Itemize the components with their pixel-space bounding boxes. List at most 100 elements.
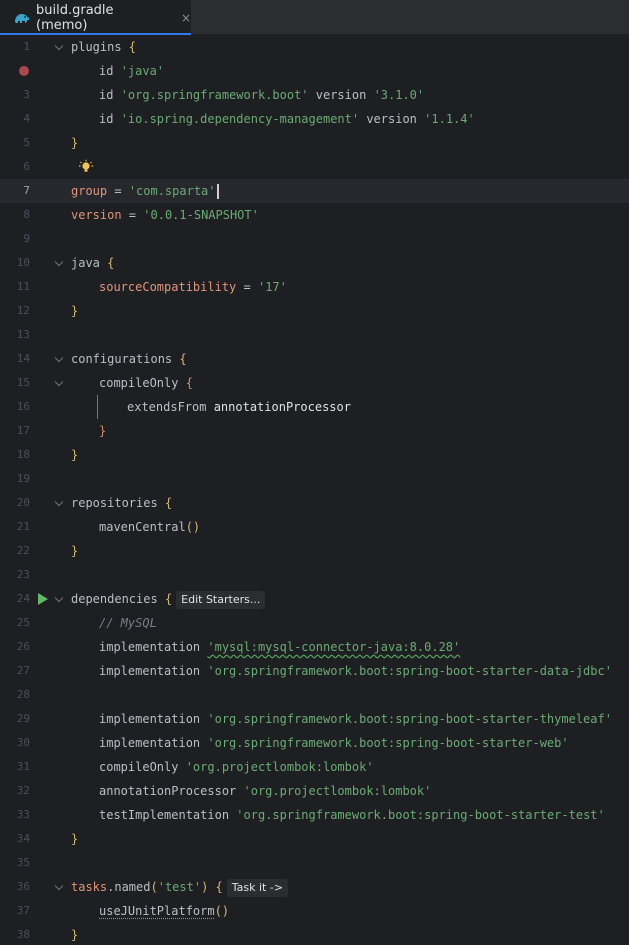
token-plain: implementation: [99, 736, 208, 750]
token-string: 'test': [157, 880, 202, 894]
token-plain: id: [99, 88, 121, 102]
token-method: named: [114, 880, 151, 894]
line-number: 32: [16, 784, 30, 797]
line-number: 13: [16, 328, 30, 341]
token-paren: (): [214, 904, 230, 918]
token-brace: }: [71, 304, 79, 318]
token-plain: compileOnly: [99, 760, 186, 774]
token-string: '17': [257, 280, 287, 294]
token-keyword: plugins: [71, 40, 122, 54]
line-number: 34: [16, 832, 30, 845]
token-string: '0.0.1-SNAPSHOT': [143, 208, 259, 222]
token-plain: compileOnly: [99, 376, 179, 390]
fold-icon[interactable]: [56, 379, 63, 386]
token-brace: {: [172, 352, 187, 366]
code-line: 20 repositories {: [0, 491, 629, 515]
line-number: 6: [23, 160, 30, 173]
fold-icon[interactable]: [56, 595, 63, 602]
line-number: 27: [16, 664, 30, 677]
run-icon[interactable]: [38, 593, 48, 605]
line-number: 36: [16, 880, 30, 893]
line-number: 18: [16, 448, 30, 461]
line-number: 28: [16, 688, 30, 701]
token-plain: implementation: [99, 640, 208, 654]
line-number: 25: [16, 616, 30, 629]
token-string: 'org.springframework.boot:spring-boot-st…: [207, 664, 612, 678]
code-line: 38 }: [0, 923, 629, 945]
code-line: 9: [0, 227, 629, 251]
code-line: 12 }: [0, 299, 629, 323]
line-number: 31: [16, 760, 30, 773]
line-number: 29: [16, 712, 30, 725]
code-line-current: 7 group = 'com.sparta': [0, 179, 629, 203]
close-icon[interactable]: ×: [181, 11, 191, 25]
token-brace: }: [71, 928, 79, 942]
token-string-warning: 'mysql:mysql-connector-java:8.0.28': [207, 640, 461, 654]
line-number: 21: [16, 520, 30, 533]
line-number: 30: [16, 736, 30, 749]
code-line: 36 tasks.named('test') {Task it ->: [0, 875, 629, 899]
fold-icon[interactable]: [56, 499, 63, 506]
token-string: '3.1.0': [373, 88, 425, 102]
code-line: 1 plugins {: [0, 35, 629, 59]
token-plain: =: [121, 208, 144, 222]
code-line: 11 sourceCompatibility = '17': [0, 275, 629, 299]
token-keyword: dependencies: [71, 592, 158, 606]
token-plain: testImplementation: [99, 808, 237, 822]
code-editor[interactable]: 1 plugins { id 'java' 3 id 'org.springfr…: [0, 35, 629, 945]
fold-icon[interactable]: [56, 259, 63, 266]
code-line: 35: [0, 851, 629, 875]
token-plain: id: [99, 112, 121, 126]
code-line: 37 useJUnitPlatform(): [0, 899, 629, 923]
fold-icon[interactable]: [56, 355, 63, 362]
line-number: 22: [16, 544, 30, 557]
fold-icon[interactable]: [56, 43, 63, 50]
token-brace: {: [208, 880, 223, 894]
fold-icon[interactable]: [56, 883, 63, 890]
edit-starters-inlay-button[interactable]: Edit Starters...: [176, 590, 266, 609]
token-string: '1.1.4': [424, 112, 475, 126]
line-number: 38: [16, 928, 30, 941]
line-number: 11: [16, 280, 30, 293]
code-line: id 'java': [0, 59, 629, 83]
code-line: 13: [0, 323, 629, 347]
code-line: 14 configurations {: [0, 347, 629, 371]
token-brace: }: [99, 424, 107, 438]
token-brace: {: [121, 40, 137, 54]
token-plain: =: [107, 184, 129, 198]
code-line: 21 mavenCentral(): [0, 515, 629, 539]
breakpoint-icon[interactable]: [19, 66, 29, 76]
line-number: 26: [16, 640, 30, 653]
line-number: 8: [23, 208, 30, 221]
lightbulb-icon[interactable]: [78, 159, 94, 175]
code-line: 4 id 'io.spring.dependency-management' v…: [0, 107, 629, 131]
token-brace: }: [71, 544, 79, 558]
line-number: 33: [16, 808, 30, 821]
code-line: 25 // MySQL: [0, 611, 629, 635]
line-number: 12: [16, 304, 30, 317]
token-identifier: annotationProcessor: [213, 400, 351, 414]
token-brace: }: [71, 832, 79, 846]
task-it-inlay-button[interactable]: Task it ->: [226, 878, 289, 897]
token-brace: }: [71, 448, 79, 462]
line-number: 24: [16, 592, 30, 605]
token-property: version: [71, 208, 122, 222]
code-line: 32 annotationProcessor 'org.projectlombo…: [0, 779, 629, 803]
code-line: 19: [0, 467, 629, 491]
line-number: 10: [16, 256, 30, 269]
token-plain: annotationProcessor: [99, 784, 244, 798]
code-line: 8 version = '0.0.1-SNAPSHOT': [0, 203, 629, 227]
code-line: 3 id 'org.springframework.boot' version …: [0, 83, 629, 107]
indent-guide: [97, 395, 98, 419]
line-number: 9: [23, 232, 30, 245]
code-line: 33 testImplementation 'org.springframewo…: [0, 803, 629, 827]
token-plain: implementation: [99, 664, 208, 678]
line-number: 16: [16, 400, 30, 413]
line-number: 20: [16, 496, 30, 509]
code-line: 15 compileOnly {: [0, 371, 629, 395]
tab-build-gradle[interactable]: build.gradle (memo) ×: [0, 0, 191, 35]
token-identifier: tasks: [71, 880, 108, 894]
code-line: 17 }: [0, 419, 629, 443]
code-line: 24 dependencies {Edit Starters...: [0, 587, 629, 611]
code-line: 18 }: [0, 443, 629, 467]
